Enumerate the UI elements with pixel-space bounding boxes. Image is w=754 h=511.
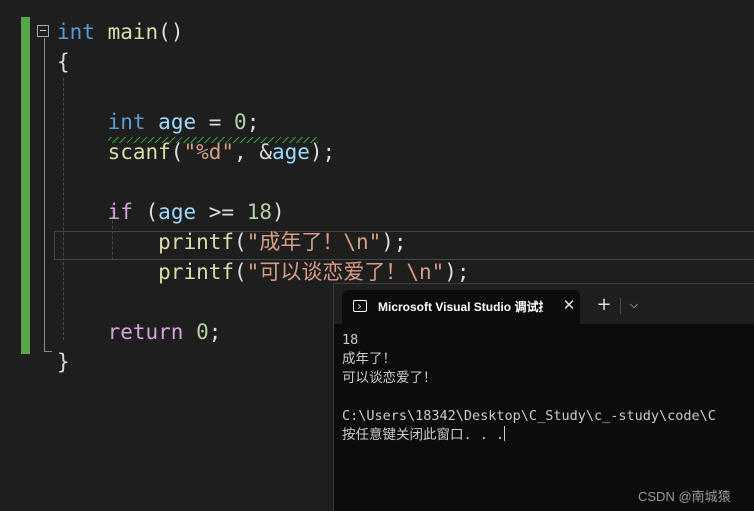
code-token: main — [107, 20, 159, 44]
console-output: 18 成年了！ 可以谈恋爱了！ C:\Users\18342\Desktop\C_St… — [342, 331, 716, 445]
fold-region-end — [44, 351, 52, 352]
collapse-icon[interactable] — [37, 25, 49, 37]
debug-console-window[interactable]: Microsoft Visual Studio 调试控制台 ✕ + ⌵ 18 成年… — [333, 283, 754, 511]
chevron-down-icon[interactable]: ⌵ — [625, 295, 643, 315]
code-token: scanf — [107, 140, 171, 164]
code-token: "%d" — [183, 140, 235, 164]
code-token: "可以谈恋爱了！\n" — [246, 260, 445, 284]
code-token: if — [107, 200, 133, 224]
code-token: ); — [444, 260, 470, 284]
code-token: >= — [196, 200, 247, 224]
code-token: } — [57, 350, 70, 374]
code-line[interactable]: { — [57, 47, 470, 77]
code-token: ( — [170, 140, 184, 164]
console-line: 按任意键关闭此窗口. . . — [342, 426, 506, 443]
code-token: ( — [132, 200, 159, 224]
code-token: int — [107, 110, 146, 134]
code-token: = — [196, 110, 235, 134]
warning-squiggle — [108, 137, 318, 143]
code-line[interactable] — [57, 77, 470, 107]
code-token: age — [271, 140, 310, 164]
console-titlebar: Microsoft Visual Studio 调试控制台 ✕ + ⌵ — [334, 284, 754, 324]
console-line: 成年了！ — [342, 351, 396, 367]
code-token: int — [57, 20, 95, 44]
code-token: age — [158, 110, 197, 134]
titlebar-divider — [620, 298, 621, 314]
code-token: ; — [208, 320, 222, 344]
code-token: "成年了！\n" — [246, 230, 382, 254]
console-tab[interactable]: Microsoft Visual Studio 调试控制台 ✕ — [342, 290, 580, 324]
code-line[interactable]: int age = 0; — [57, 107, 470, 137]
code-line[interactable]: if (age >= 18) — [57, 197, 470, 227]
change-indicator-bar — [21, 17, 30, 354]
console-line: 18 — [342, 332, 359, 348]
fold-region-line — [44, 38, 45, 352]
code-token: ) — [271, 200, 285, 224]
console-line: 可以谈恋爱了！ — [342, 370, 437, 386]
console-tab-title: Microsoft Visual Studio 调试控制台 — [378, 300, 543, 314]
new-tab-button[interactable]: + — [594, 295, 614, 315]
code-line[interactable] — [57, 167, 470, 197]
code-line[interactable]: int main() — [57, 17, 470, 47]
code-line[interactable]: printf("成年了！\n"); — [57, 227, 470, 257]
console-line: C:\Users\18342\Desktop\C_Study\c_-study\… — [342, 408, 716, 424]
code-token: ); — [381, 230, 407, 254]
code-token: ; — [246, 110, 260, 134]
code-token: ); — [309, 140, 336, 164]
text-cursor — [504, 426, 506, 441]
code-token: 18 — [246, 200, 272, 224]
code-token: age — [158, 200, 197, 224]
code-token: { — [57, 50, 70, 74]
watermark: CSDN @南城猿 — [638, 489, 731, 504]
code-token: , & — [234, 140, 272, 164]
code-token: printf — [158, 230, 235, 254]
code-token: 0 — [234, 110, 247, 134]
code-token: ( — [234, 260, 247, 284]
code-token: 0 — [196, 320, 209, 344]
close-icon[interactable]: ✕ — [559, 295, 579, 315]
code-token: ( — [234, 230, 247, 254]
code-token: printf — [158, 260, 235, 284]
code-token: () — [158, 20, 184, 44]
terminal-icon — [353, 300, 367, 312]
code-token: return — [107, 320, 184, 344]
